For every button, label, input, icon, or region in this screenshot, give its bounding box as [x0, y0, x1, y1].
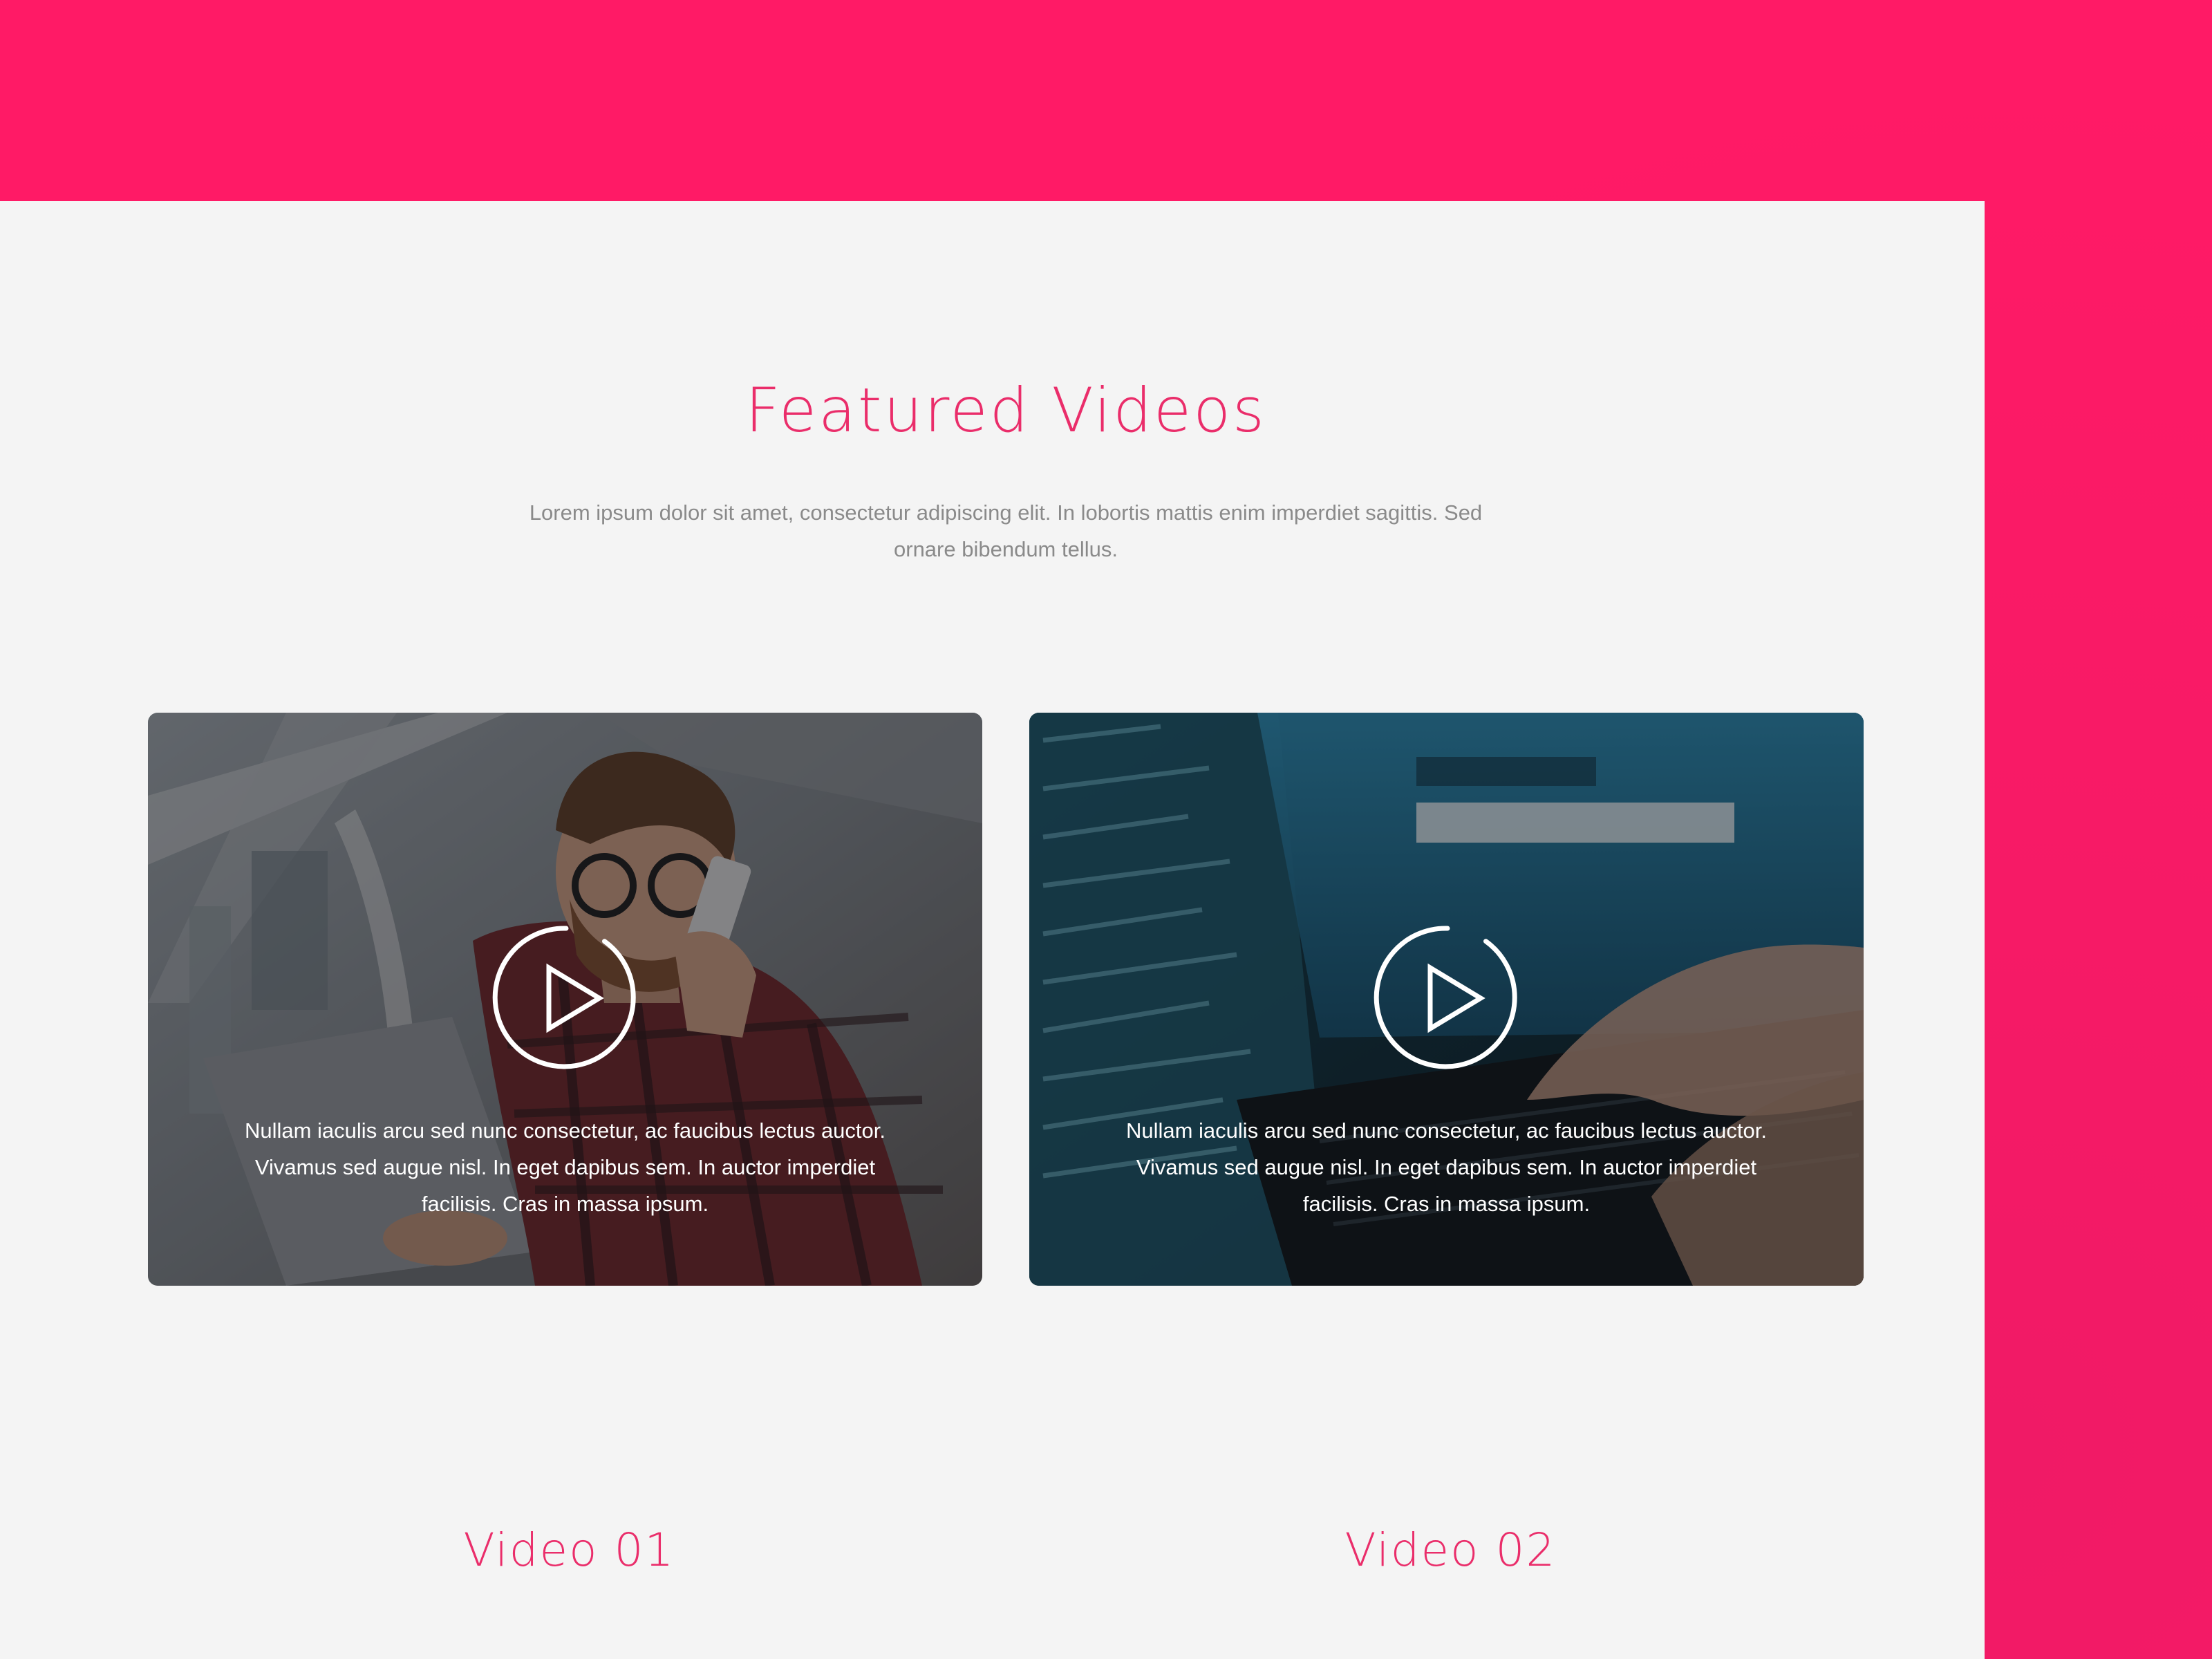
play-icon[interactable]: [492, 924, 640, 1071]
section-subtitle: Lorem ipsum dolor sit amet, consectetur …: [529, 500, 1483, 561]
video-card-1[interactable]: Nullam iaculis arcu sed nunc consectetur…: [148, 713, 982, 1286]
video-description: Nullam iaculis arcu sed nunc consectetur…: [244, 1118, 886, 1216]
video-card-2[interactable]: Nullam iaculis arcu sed nunc consectetur…: [1029, 713, 1864, 1286]
video-title-2[interactable]: Video 02: [1033, 1524, 1868, 1577]
section-title: Featured Videos: [745, 375, 1266, 446]
video-title-1[interactable]: Video 01: [152, 1524, 986, 1577]
play-icon[interactable]: [1374, 924, 1521, 1071]
video-description: Nullam iaculis arcu sed nunc consectetur…: [1125, 1118, 1768, 1216]
featured-videos-section: Featured Videos Lorem ipsum dolor sit am…: [0, 201, 1985, 1659]
